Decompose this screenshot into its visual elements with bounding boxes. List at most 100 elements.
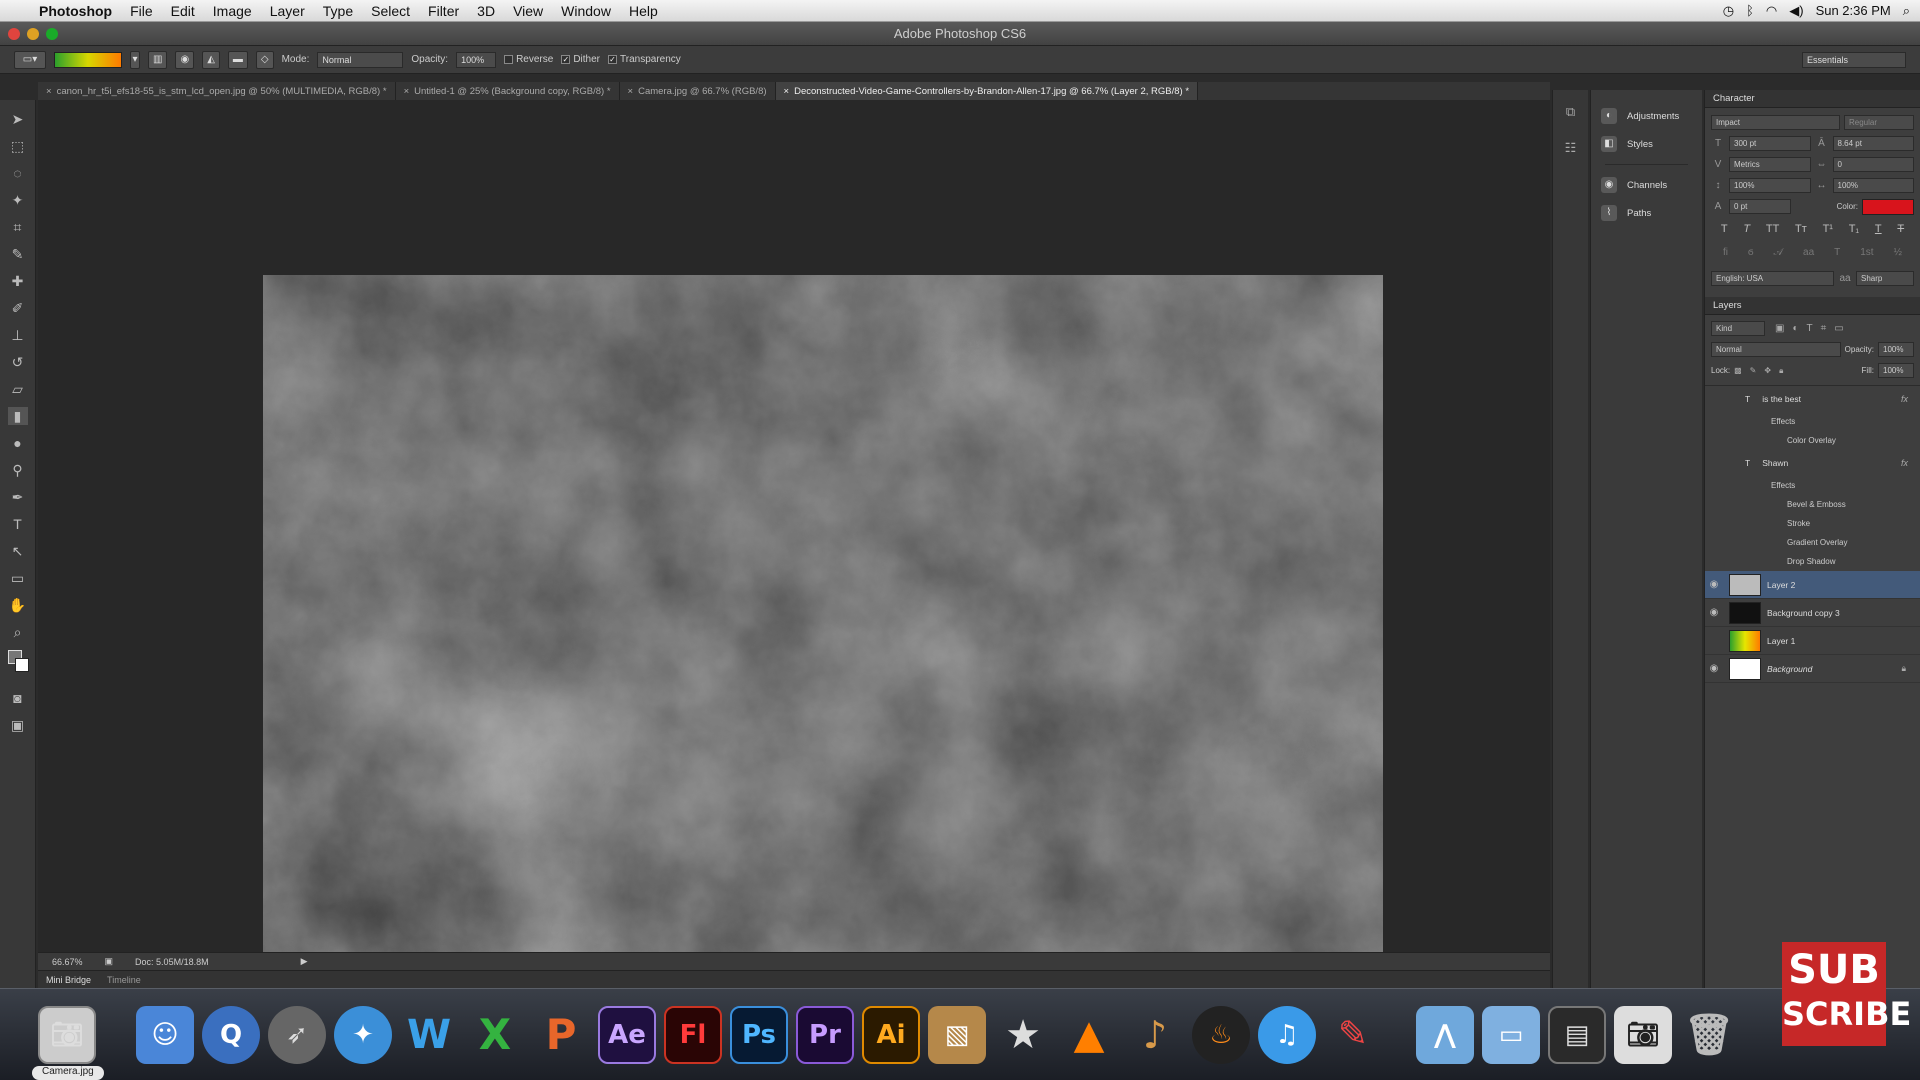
tool-preset-picker[interactable]: ▭▾ bbox=[14, 50, 46, 69]
document-window[interactable] bbox=[38, 100, 1550, 975]
menu-filter[interactable]: Filter bbox=[419, 3, 468, 19]
layers-panel-tab[interactable]: Layers bbox=[1705, 297, 1920, 315]
tab-mini-bridge[interactable]: Mini Bridge bbox=[46, 975, 91, 985]
fx-icon[interactable]: fx bbox=[1901, 458, 1908, 468]
reverse-checkbox[interactable]: Reverse bbox=[504, 54, 553, 65]
zoom-window-button[interactable] bbox=[46, 27, 58, 40]
clone-stamp-tool-icon[interactable]: ⊥ bbox=[8, 326, 28, 344]
font-size-field[interactable]: 300 pt bbox=[1729, 136, 1811, 151]
itunes-icon[interactable]: ♫ bbox=[1258, 1005, 1316, 1064]
antialias-select[interactable]: Sharp bbox=[1856, 271, 1914, 286]
flash-icon[interactable]: Fl bbox=[664, 1005, 722, 1064]
kerning-field[interactable]: Metrics bbox=[1729, 157, 1811, 172]
subscribe-overlay[interactable]: SUB SCRIBE bbox=[1782, 942, 1911, 1046]
premiere-icon[interactable]: Pr bbox=[796, 1005, 854, 1064]
textedit-icon[interactable]: ✎ bbox=[1324, 1006, 1382, 1064]
word-icon[interactable]: W bbox=[400, 1006, 458, 1064]
path-selection-tool-icon[interactable]: ↖ bbox=[8, 542, 28, 560]
document-tab[interactable]: × Untitled-1 @ 25% (Background copy, RGB/… bbox=[396, 82, 620, 100]
titling-alternates-icon[interactable]: T bbox=[1834, 247, 1840, 258]
magic-wand-tool-icon[interactable]: ✦ bbox=[8, 191, 28, 209]
blend-mode-select[interactable]: Normal bbox=[1711, 342, 1841, 357]
status-menu-arrow-icon[interactable]: ▶ bbox=[301, 956, 308, 967]
effect-item[interactable]: Gradient Overlay bbox=[1705, 533, 1920, 552]
wifi-icon[interactable]: ◠ bbox=[1766, 3, 1777, 19]
background-color[interactable] bbox=[14, 658, 29, 672]
marquee-tool-icon[interactable]: ⬚ bbox=[8, 137, 28, 155]
hand-tool-icon[interactable]: ✋ bbox=[8, 596, 28, 614]
excel-icon[interactable]: X bbox=[466, 1006, 524, 1064]
iphoto-icon[interactable]: ▧ bbox=[928, 1005, 986, 1064]
layer-row[interactable]: Layer 1 bbox=[1705, 627, 1920, 655]
adjustments-panel-button[interactable]: ◐ Adjustments bbox=[1591, 102, 1702, 130]
font-style-select[interactable]: Regular bbox=[1844, 115, 1914, 130]
linear-gradient-button[interactable]: ▥ bbox=[148, 50, 168, 69]
move-tool-icon[interactable]: ➤ bbox=[8, 110, 28, 128]
zoom-level[interactable]: 66.67% bbox=[52, 957, 83, 967]
angle-gradient-button[interactable]: ◭ bbox=[202, 50, 220, 69]
tab-timeline[interactable]: Timeline bbox=[107, 975, 141, 985]
radial-gradient-button[interactable]: ◉ bbox=[175, 50, 195, 69]
baseline-shift-field[interactable]: 0 pt bbox=[1729, 199, 1791, 214]
history-panel-icon[interactable]: ⧉ bbox=[1562, 104, 1580, 122]
camera-preview-icon[interactable]: 📷︎ bbox=[38, 1005, 96, 1064]
effects-row[interactable]: Effects bbox=[1705, 412, 1920, 431]
minimized-window-icon[interactable]: ▤ bbox=[1548, 1005, 1606, 1064]
menu-3d[interactable]: 3D bbox=[468, 3, 504, 19]
diamond-gradient-button[interactable]: ◇ bbox=[255, 50, 274, 69]
photoshop-icon[interactable]: Ps bbox=[730, 1005, 788, 1064]
blur-tool-icon[interactable]: ● bbox=[8, 434, 28, 452]
paths-panel-button[interactable]: ⌇ Paths bbox=[1591, 199, 1702, 227]
close-window-button[interactable] bbox=[8, 27, 20, 40]
menu-file[interactable]: File bbox=[121, 3, 162, 19]
styles-panel-button[interactable]: ◧ Styles bbox=[1591, 130, 1702, 158]
menu-edit[interactable]: Edit bbox=[162, 3, 204, 19]
menu-view[interactable]: View bbox=[504, 3, 552, 19]
document-info-icon[interactable]: ▣ bbox=[105, 956, 114, 967]
document-tab[interactable]: × Camera.jpg @ 66.7% (RGB/8) bbox=[620, 82, 776, 100]
safari-icon[interactable]: ✦ bbox=[334, 1005, 392, 1064]
faux-italic-icon[interactable]: T bbox=[1743, 223, 1750, 235]
effect-item[interactable]: Drop Shadow bbox=[1705, 552, 1920, 571]
discretionary-ligature-icon[interactable]: ϭ bbox=[1748, 247, 1754, 258]
gradient-tool-icon[interactable]: ▮ bbox=[7, 407, 28, 425]
ordinals-icon[interactable]: 1st bbox=[1860, 247, 1873, 258]
superscript-icon[interactable]: T¹ bbox=[1823, 223, 1833, 235]
channels-panel-button[interactable]: ◉ Channels bbox=[1591, 171, 1702, 199]
close-tab-icon[interactable]: × bbox=[46, 86, 52, 97]
eyedropper-tool-icon[interactable]: ✎ bbox=[8, 245, 28, 263]
imovie-icon[interactable]: ★ bbox=[994, 1006, 1052, 1064]
subscript-icon[interactable]: T₁ bbox=[1849, 223, 1859, 235]
all-caps-icon[interactable]: TT bbox=[1766, 223, 1779, 235]
language-select[interactable]: English: USA bbox=[1711, 271, 1834, 286]
underline-icon[interactable]: T bbox=[1875, 223, 1882, 235]
type-tool-icon[interactable]: T bbox=[8, 515, 28, 533]
clock[interactable]: Sun 2:36 PM bbox=[1816, 3, 1891, 18]
menu-select[interactable]: Select bbox=[362, 3, 419, 19]
leading-field[interactable]: 8.64 pt bbox=[1832, 136, 1914, 151]
pen-tool-icon[interactable]: ✒ bbox=[8, 488, 28, 506]
illustrator-icon[interactable]: Ai bbox=[862, 1005, 920, 1064]
gradient-picker[interactable] bbox=[54, 51, 122, 68]
screen-mode-icon[interactable]: ▣ bbox=[8, 716, 28, 734]
stylistic-alternates-icon[interactable]: aa bbox=[1803, 247, 1814, 258]
zoom-tool-icon[interactable]: ⌕ bbox=[8, 623, 28, 641]
minimized-camera-window-icon[interactable]: 📷︎ bbox=[1614, 1005, 1672, 1064]
opacity-field[interactable]: 100% bbox=[456, 51, 497, 68]
finder-icon[interactable]: ☺ bbox=[136, 1005, 194, 1064]
powerpoint-icon[interactable]: P bbox=[532, 1006, 590, 1064]
canvas-clouds-image[interactable] bbox=[263, 275, 1383, 975]
history-brush-tool-icon[interactable]: ↺ bbox=[8, 353, 28, 371]
layer-row[interactable]: T Shawn fx bbox=[1705, 450, 1920, 476]
small-caps-icon[interactable]: Tт bbox=[1795, 223, 1807, 235]
filter-kind-select[interactable]: Kind bbox=[1711, 321, 1765, 336]
lasso-tool-icon[interactable]: ◌ bbox=[8, 164, 28, 182]
gradient-picker-chevron-icon[interactable]: ▾ bbox=[130, 50, 140, 69]
horizontal-scale-field[interactable]: 100% bbox=[1832, 178, 1914, 193]
launchpad-icon[interactable]: ➶ bbox=[268, 1005, 326, 1064]
garageband-icon[interactable]: ♪ bbox=[1126, 1006, 1184, 1064]
menu-layer[interactable]: Layer bbox=[261, 3, 314, 19]
fx-icon[interactable]: fx bbox=[1901, 394, 1908, 404]
mode-select[interactable]: Normal bbox=[317, 51, 404, 68]
visibility-eye-icon[interactable]: ◉ bbox=[1705, 579, 1723, 590]
